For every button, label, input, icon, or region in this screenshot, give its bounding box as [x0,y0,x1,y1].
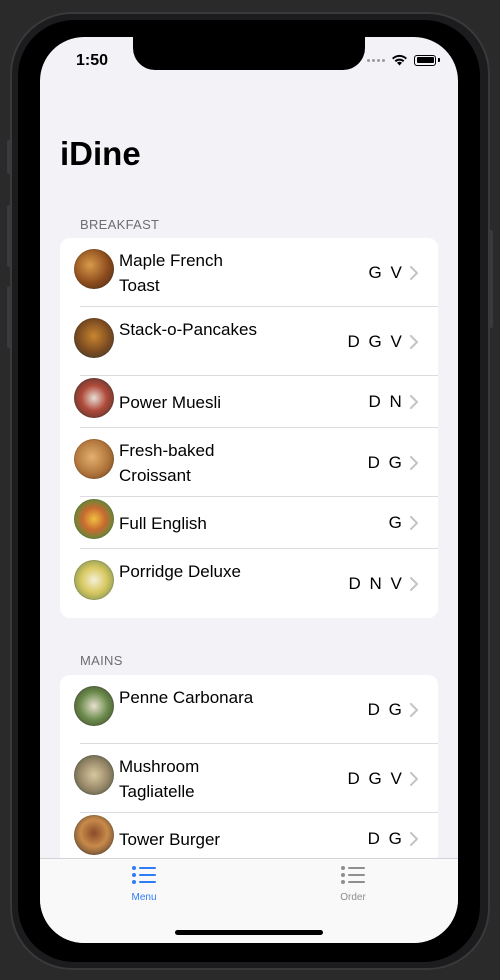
chevron-right-icon [410,576,418,591]
battery-icon [414,54,436,66]
menu-item-row[interactable]: Maple French Toast G V [60,238,438,307]
page-title: iDine [60,135,141,172]
list-bullet-icon [341,866,365,884]
battery-cap [438,58,440,62]
tab-menu[interactable]: Menu [104,865,184,903]
chevron-right-icon [410,516,418,530]
section-header: BREAKFAST [80,217,160,232]
food-thumb-croissant [74,438,114,479]
status-time: 1:50 [76,52,109,69]
dietary-tags: D G [367,699,402,719]
food-thumb-tagliatelle [74,754,114,795]
status-indicators [367,54,440,66]
app-screen: 1:50 iDine BREAKFAST Maple French Toast G … [40,37,458,943]
tab-order[interactable]: Order [313,865,393,903]
menu-item-row[interactable]: Penne Carbonara D G [60,675,438,744]
menu-item-name: Power Muesli [119,392,222,412]
chevron-right-icon [410,334,418,349]
menu-item-name: Full English [119,513,207,533]
dietary-tags: D G V [347,331,402,351]
menu-item-name: Fresh-baked Croissant [119,440,215,485]
menu-item-name: Penne Carbonara [119,687,254,707]
menu-item-row[interactable]: Porridge Deluxe D N V [60,549,438,618]
chevron-right-icon [410,395,418,409]
menu-item-row[interactable]: Power Muesli D N [60,376,438,428]
menu-item-name: Stack-o-Pancakes [119,319,257,339]
list-bullet-icon [132,866,156,884]
food-thumb-power-muesli [74,378,114,418]
silent-switch [7,140,11,174]
menu-section-mains: Penne Carbonara D G Mushroom Tagliatelle D … [60,675,438,865]
cellular-signal-icon [367,58,385,62]
menu-item-row[interactable]: Full English G [60,497,438,549]
side-button [489,230,493,328]
dietary-tags: D G [367,452,402,472]
food-thumb-porridge [74,559,114,600]
menu-section-breakfast: Maple French Toast G V Stack-o-Pancakes D G… [60,238,438,618]
food-thumb-penne [74,685,114,726]
chevron-right-icon [410,702,418,717]
menu-item-row[interactable]: Stack-o-Pancakes D G V [60,307,438,376]
menu-item-row[interactable]: Mushroom Tagliatelle D G V [60,744,438,813]
chevron-right-icon [410,265,418,280]
notch [133,37,365,70]
volume-up-button [7,205,11,267]
menu-item-name: Tower Burger [119,829,221,849]
tab-menu-label: Menu [131,892,157,903]
chevron-right-icon [410,771,418,786]
menu-item-name: Porridge Deluxe [119,561,241,581]
dietary-tags: D G [367,829,402,848]
food-thumb-stack-o-pancakes [74,317,114,358]
chevron-right-icon [410,455,418,470]
menu-item-name: Mushroom Tagliatelle [119,756,200,801]
tab-order-label: Order [340,892,366,903]
dietary-tags: G V [368,262,402,282]
food-thumb-maple-french-toast [74,248,114,289]
dietary-tags: D N [368,392,402,411]
wifi-icon [392,54,407,66]
dietary-tags: D G V [347,768,402,788]
section-header: MAINS [80,653,123,668]
menu-item-row[interactable]: Fresh-baked Croissant D G [60,428,438,497]
dietary-tags: G [388,513,402,532]
home-indicator [175,930,323,935]
menu-item-name: Maple French Toast [119,250,223,295]
food-thumb-full-english [74,499,114,539]
chevron-right-icon [410,832,418,846]
dietary-tags: D N V [348,573,402,593]
food-thumb-burger [74,815,114,855]
volume-down-button [7,286,11,348]
